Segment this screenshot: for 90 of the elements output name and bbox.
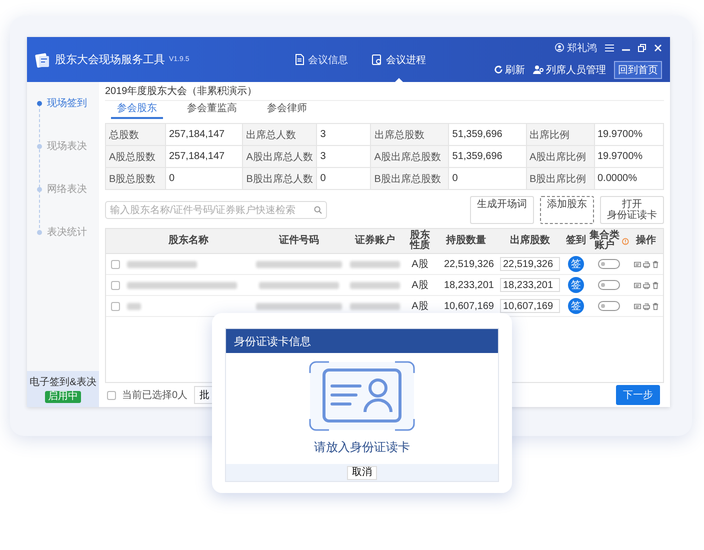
- app-logo-icon: [35, 52, 51, 68]
- stat-value: 0: [449, 168, 526, 190]
- sign-in-button[interactable]: 签: [568, 298, 584, 314]
- mode-label: 电子签到&表决: [30, 376, 96, 389]
- user-icon: [555, 43, 564, 52]
- column-header: 证券账户: [345, 229, 405, 254]
- selection-count: 当前已选择0人: [122, 388, 188, 402]
- tab[interactable]: 参会股东: [111, 101, 163, 119]
- printer-icon[interactable]: [642, 282, 650, 288]
- refresh-icon: [494, 65, 503, 74]
- stat-label: 出席总人数: [243, 124, 318, 146]
- input-field[interactable]: 18,233,201: [500, 278, 560, 292]
- column-header: 签到: [563, 229, 589, 254]
- status-badge: 启用中: [45, 391, 81, 403]
- column-header: 股东名称: [124, 229, 253, 254]
- stat-label: A股出席总人数: [243, 146, 318, 168]
- stat-label: B股出席总人数: [243, 168, 318, 190]
- toggle-switch[interactable]: [598, 301, 620, 311]
- stat-label: B股总股数: [106, 168, 166, 190]
- stat-label: A股出席比例: [526, 146, 594, 168]
- toggle-switch[interactable]: [598, 259, 620, 269]
- step-item[interactable]: 现场签到: [37, 96, 99, 110]
- action-button[interactable]: 生成开场词: [470, 196, 534, 224]
- stat-value: 19.9700%: [594, 124, 664, 146]
- next-button[interactable]: 下一步: [616, 385, 660, 405]
- toolbar-button[interactable]: 列席人员管理: [533, 62, 606, 76]
- blurred-text: [127, 302, 141, 310]
- trash-icon[interactable]: [652, 260, 658, 268]
- blurred-text: [350, 260, 400, 268]
- tab[interactable]: 参会律师: [261, 101, 313, 119]
- sign-in-button[interactable]: 签: [568, 277, 584, 293]
- stat-label: A股出席总股数: [371, 146, 450, 168]
- select-all-checkbox[interactable]: [107, 390, 116, 400]
- dialog-prompt: 请放入身份证读卡: [314, 439, 410, 456]
- card-icon[interactable]: [634, 282, 640, 288]
- info-icon: [622, 238, 629, 244]
- stat-label: B股出席总股数: [371, 168, 450, 190]
- card-icon[interactable]: [634, 302, 640, 310]
- cancel-button[interactable]: 取消: [347, 466, 377, 480]
- stat-label: 出席总股数: [371, 124, 450, 146]
- stat-label: B股出席比例: [526, 168, 594, 190]
- toggle-switch[interactable]: [598, 280, 620, 290]
- pointer-icon: [394, 78, 404, 82]
- blurred-text: [350, 282, 400, 288]
- nav-tab[interactable]: 会议进程: [372, 50, 426, 68]
- column-header: 操作: [629, 229, 663, 254]
- column-header: 证件号码: [253, 229, 345, 254]
- search-icon: [314, 206, 322, 214]
- column-header: 持股数量: [435, 229, 497, 254]
- card-icon[interactable]: [634, 260, 640, 268]
- action-button[interactable]: 添加股东: [540, 196, 594, 224]
- row-checkbox[interactable]: [110, 280, 120, 290]
- column-header: 出席股数: [497, 229, 563, 254]
- restore-icon[interactable]: [638, 44, 646, 52]
- dialog-header: 身份证读卡信息: [226, 329, 498, 353]
- blurred-text: [350, 302, 400, 310]
- toolbar-button[interactable]: 刷新: [494, 62, 525, 76]
- row-checkbox[interactable]: [110, 302, 120, 310]
- user-menu[interactable]: 郑礼鸿: [555, 40, 597, 54]
- stat-value: 0.0000%: [594, 168, 664, 190]
- stat-label: A股总股数: [106, 146, 166, 168]
- printer-icon[interactable]: [642, 260, 650, 268]
- stat-value: 19.9700%: [594, 146, 664, 168]
- action-button[interactable]: 打开 身份证读卡: [600, 196, 664, 224]
- row-checkbox[interactable]: [110, 260, 120, 268]
- home-button[interactable]: 回到首页: [614, 60, 662, 78]
- input-field[interactable]: 22,519,326: [500, 257, 560, 271]
- stat-label: 出席比例: [526, 124, 594, 146]
- sign-in-button[interactable]: 签: [568, 256, 584, 272]
- table-cell: 22,519,326: [435, 254, 497, 275]
- trash-icon[interactable]: [652, 302, 658, 310]
- document-icon: [295, 54, 304, 65]
- column-header: 集合类账户: [589, 229, 620, 253]
- menu-icon[interactable]: [605, 44, 614, 52]
- meeting-title: 2019年度股东大会（非累积演示）: [105, 84, 258, 98]
- trash-icon[interactable]: [652, 282, 658, 288]
- printer-icon[interactable]: [642, 302, 650, 310]
- table-cell: A股: [405, 275, 435, 296]
- stat-label: 总股数: [106, 124, 166, 146]
- clipboard-icon: [372, 54, 382, 65]
- id-card-icon: [309, 361, 415, 431]
- tab[interactable]: 参会董监高: [181, 101, 243, 119]
- table-cell: 18,233,201: [435, 275, 497, 296]
- nav-tab[interactable]: 会议信息: [295, 50, 348, 68]
- app-title: 股东大会现场服务工具: [55, 52, 165, 67]
- table-cell: A股: [405, 254, 435, 275]
- close-icon[interactable]: [654, 44, 662, 52]
- people-icon: [533, 65, 544, 74]
- blurred-text: [127, 260, 197, 268]
- input-field[interactable]: 10,607,169: [500, 299, 560, 313]
